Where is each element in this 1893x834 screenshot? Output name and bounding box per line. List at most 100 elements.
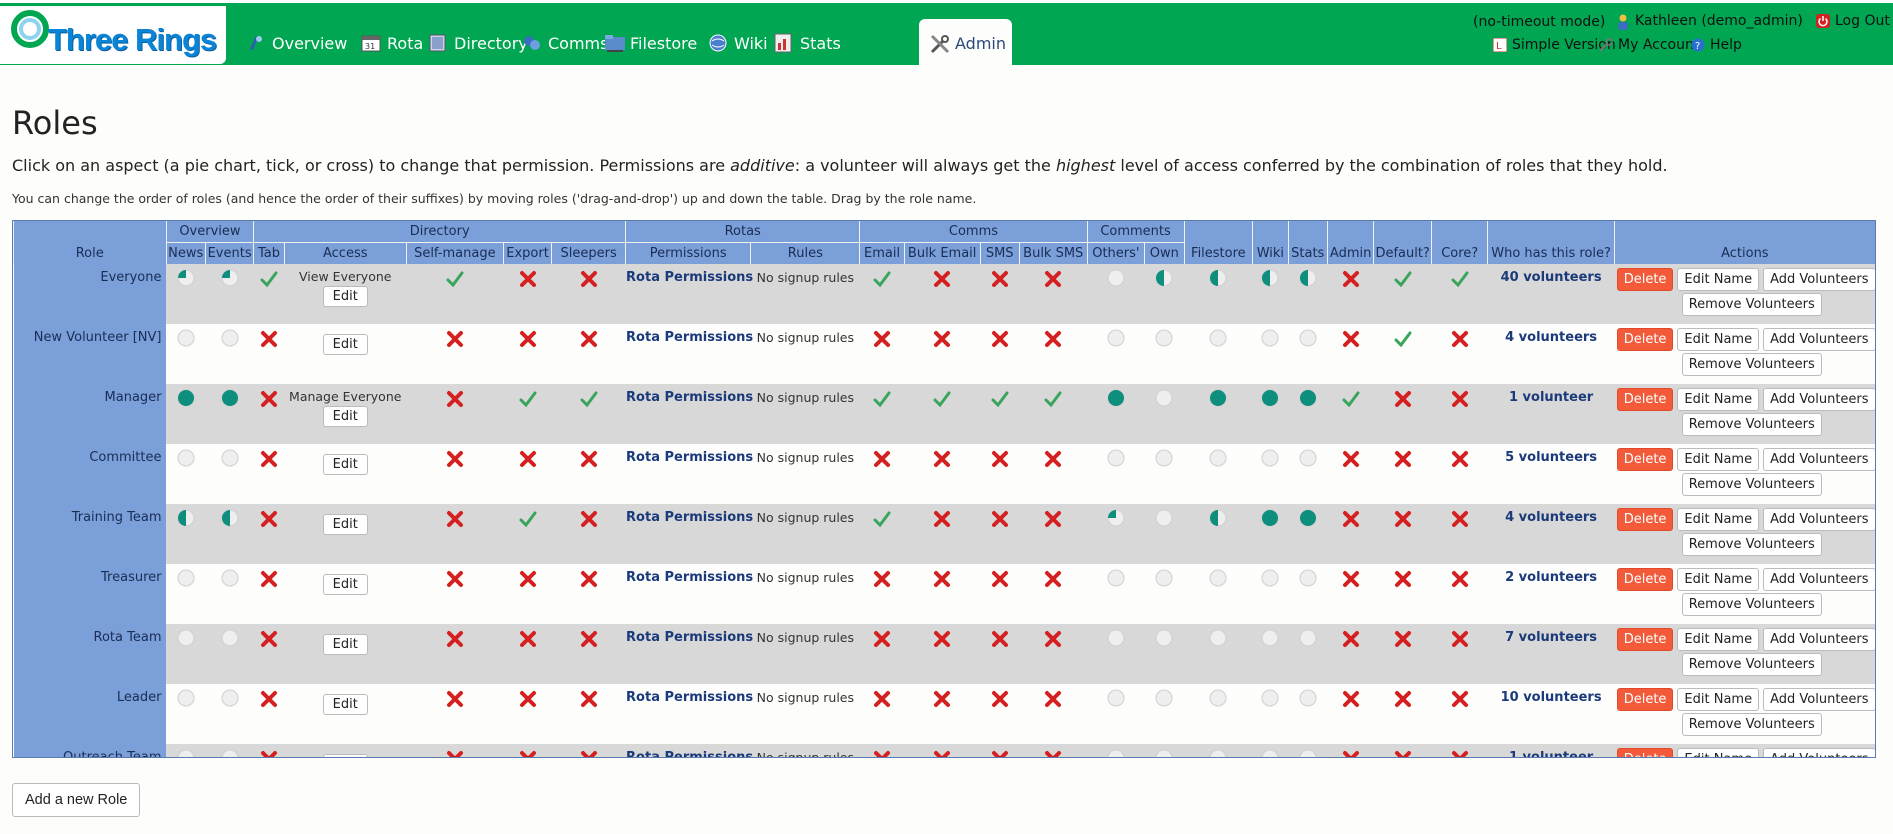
cross-icon[interactable]: [445, 749, 465, 757]
pie-empty-icon[interactable]: [1155, 389, 1173, 407]
tab-overview[interactable]: Overview: [246, 19, 347, 67]
cross-icon[interactable]: [872, 689, 892, 709]
remove-volunteers-button[interactable]: Remove Volunteers: [1681, 593, 1822, 616]
cross-icon[interactable]: [579, 329, 599, 349]
pie-empty-icon[interactable]: [1155, 629, 1173, 647]
role-name[interactable]: Training Team: [13, 504, 166, 564]
who-has-role-link[interactable]: 1 volunteer: [1488, 384, 1613, 405]
remove-volunteers-button[interactable]: Remove Volunteers: [1681, 473, 1822, 496]
cross-icon[interactable]: [518, 569, 538, 589]
pie-empty-icon[interactable]: [1261, 449, 1279, 467]
delete-button[interactable]: Delete: [1616, 448, 1674, 471]
delete-button[interactable]: Delete: [1616, 688, 1674, 711]
remove-volunteers-button[interactable]: Remove Volunteers: [1681, 413, 1822, 436]
pie-empty-icon[interactable]: [221, 749, 239, 757]
cross-icon[interactable]: [445, 569, 465, 589]
timeout-mode-link[interactable]: (no-timeout mode): [1473, 14, 1605, 30]
cross-icon[interactable]: [990, 749, 1010, 757]
who-has-role-link[interactable]: 40 volunteers: [1488, 264, 1613, 285]
edit-name-button[interactable]: Edit Name: [1677, 628, 1760, 651]
pie-empty-icon[interactable]: [1209, 569, 1227, 587]
delete-button[interactable]: Delete: [1616, 568, 1674, 591]
role-name[interactable]: Everyone: [13, 264, 166, 324]
cross-icon[interactable]: [1043, 449, 1063, 469]
cross-icon[interactable]: [1043, 269, 1063, 289]
cross-icon[interactable]: [872, 749, 892, 757]
role-name[interactable]: Manager: [13, 384, 166, 444]
cross-icon[interactable]: [872, 329, 892, 349]
cross-icon[interactable]: [1450, 569, 1470, 589]
tick-icon[interactable]: [259, 269, 279, 289]
pie-empty-icon[interactable]: [1155, 509, 1173, 527]
tab-wiki[interactable]: Wiki: [708, 19, 768, 67]
cross-icon[interactable]: [1341, 569, 1361, 589]
pie-empty-icon[interactable]: [1261, 569, 1279, 587]
pie-empty-icon[interactable]: [1155, 749, 1173, 757]
who-has-role-link[interactable]: 10 volunteers: [1488, 684, 1613, 705]
cross-icon[interactable]: [1393, 569, 1413, 589]
pie-empty-icon[interactable]: [1107, 629, 1125, 647]
add-role-button[interactable]: Add a new Role: [12, 783, 141, 817]
tab-filestore[interactable]: Filestore: [604, 19, 697, 67]
pie-empty-icon[interactable]: [1209, 689, 1227, 707]
cross-icon[interactable]: [259, 389, 279, 409]
add-volunteers-button[interactable]: Add Volunteers: [1763, 388, 1875, 411]
pie-half-icon[interactable]: [1209, 269, 1227, 287]
edit-name-button[interactable]: Edit Name: [1677, 748, 1760, 757]
help-link[interactable]: ? Help: [1691, 37, 1742, 53]
cross-icon[interactable]: [1341, 509, 1361, 529]
pie-empty-icon[interactable]: [1299, 689, 1317, 707]
pie-empty-icon[interactable]: [177, 569, 195, 587]
pie-full-icon[interactable]: [177, 389, 195, 407]
pie-empty-icon[interactable]: [177, 449, 195, 467]
pie-empty-icon[interactable]: [1209, 329, 1227, 347]
cross-icon[interactable]: [1450, 389, 1470, 409]
cross-icon[interactable]: [579, 269, 599, 289]
cross-icon[interactable]: [990, 689, 1010, 709]
pie-empty-icon[interactable]: [177, 329, 195, 347]
cross-icon[interactable]: [259, 569, 279, 589]
edit-name-button[interactable]: Edit Name: [1677, 568, 1760, 591]
pie-empty-icon[interactable]: [221, 449, 239, 467]
rota-permissions-link[interactable]: Rota Permissions: [626, 444, 753, 465]
cross-icon[interactable]: [1043, 749, 1063, 757]
pie-quarter-icon[interactable]: [1107, 509, 1125, 527]
cross-icon[interactable]: [518, 749, 538, 757]
add-volunteers-button[interactable]: Add Volunteers: [1763, 448, 1875, 471]
pie-empty-icon[interactable]: [1209, 449, 1227, 467]
who-has-role-link[interactable]: 5 volunteers: [1488, 444, 1613, 465]
pie-empty-icon[interactable]: [1261, 629, 1279, 647]
remove-volunteers-button[interactable]: Remove Volunteers: [1681, 713, 1822, 736]
pie-full-icon[interactable]: [1299, 389, 1317, 407]
pie-empty-icon[interactable]: [1299, 749, 1317, 757]
pie-empty-icon[interactable]: [221, 569, 239, 587]
pie-empty-icon[interactable]: [221, 629, 239, 647]
cross-icon[interactable]: [990, 509, 1010, 529]
pie-empty-icon[interactable]: [221, 329, 239, 347]
simple-version-link[interactable]: L Simple Version: [1492, 37, 1616, 53]
access-edit-button[interactable]: Edit: [322, 694, 368, 715]
cross-icon[interactable]: [579, 629, 599, 649]
rota-permissions-link[interactable]: Rota Permissions: [626, 504, 753, 525]
cross-icon[interactable]: [1043, 509, 1063, 529]
add-volunteers-button[interactable]: Add Volunteers: [1763, 508, 1875, 531]
pie-empty-icon[interactable]: [1209, 749, 1227, 757]
role-name[interactable]: Committee: [13, 444, 166, 504]
pie-empty-icon[interactable]: [221, 689, 239, 707]
cross-icon[interactable]: [932, 329, 952, 349]
logout-link[interactable]: Log Out: [1816, 13, 1890, 29]
tick-icon[interactable]: [579, 389, 599, 409]
access-edit-button[interactable]: Edit: [322, 454, 368, 475]
pie-full-icon[interactable]: [1209, 389, 1227, 407]
tick-icon[interactable]: [872, 389, 892, 409]
cross-icon[interactable]: [445, 629, 465, 649]
delete-button[interactable]: Delete: [1616, 508, 1674, 531]
pie-empty-icon[interactable]: [1155, 689, 1173, 707]
cross-icon[interactable]: [1393, 749, 1413, 757]
access-edit-button[interactable]: Edit: [322, 334, 368, 355]
cross-icon[interactable]: [1341, 449, 1361, 469]
tick-icon[interactable]: [872, 509, 892, 529]
edit-name-button[interactable]: Edit Name: [1677, 448, 1760, 471]
tick-icon[interactable]: [445, 269, 465, 289]
tick-icon[interactable]: [518, 389, 538, 409]
